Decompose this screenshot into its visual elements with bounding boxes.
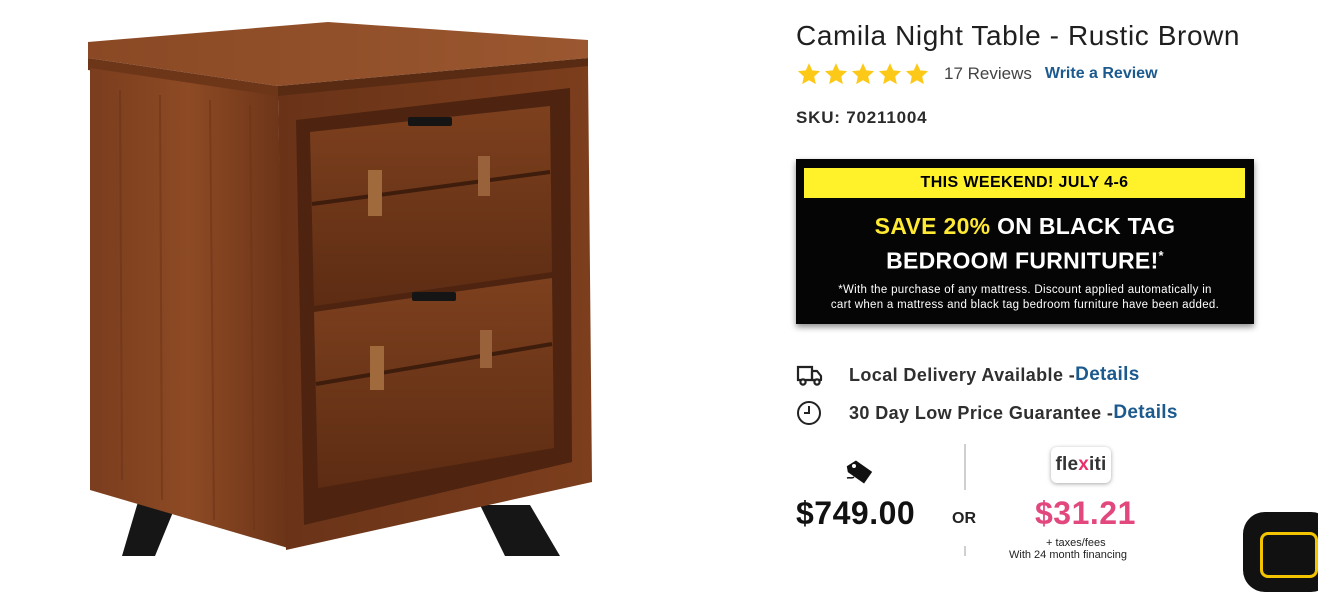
promo-asterisk: * (1158, 248, 1164, 263)
sku-label: SKU: 70211004 (796, 108, 928, 127)
promo-date-band: THIS WEEKEND! JULY 4-6 (804, 168, 1245, 198)
star-icon (824, 63, 848, 85)
delivery-row: Local Delivery Available - Details (796, 361, 1140, 389)
star-rating[interactable] (796, 61, 930, 87)
or-label: OR (952, 510, 976, 527)
reviews-count-link[interactable]: 17 Reviews (944, 64, 1032, 84)
truck-icon (796, 365, 823, 386)
clock-icon (797, 401, 821, 425)
promo-headline: SAVE 20% ON BLACK TAG BEDROOM FURNITURE!… (796, 212, 1254, 276)
price-divider (964, 444, 966, 490)
delivery-text: Local Delivery Available - (849, 364, 1076, 385)
price-divider (964, 546, 966, 556)
flexiti-logo-x: x (1078, 454, 1090, 475)
product-title: Camila Night Table - Rustic Brown (796, 20, 1241, 51)
promo-banner[interactable]: THIS WEEKEND! JULY 4-6 SAVE 20% ON BLACK… (796, 159, 1254, 324)
guarantee-text: 30 Day Low Price Guarantee - (849, 402, 1114, 423)
chat-icon (1260, 532, 1318, 578)
promo-fine-line: cart when a mattress and black tag bedro… (830, 299, 1220, 311)
monthly-price: $31.21 (1035, 495, 1136, 531)
promo-headline-line2: BEDROOM FURNITURE! (886, 247, 1159, 274)
product-image (88, 22, 592, 556)
guarantee-row: 30 Day Low Price Guarantee - Details (796, 399, 1178, 427)
star-icon (851, 63, 875, 85)
chat-button[interactable] (1243, 512, 1318, 592)
promo-headline-rest: ON BLACK TAG (990, 213, 1176, 239)
fees-label: + taxes/fees (1046, 537, 1106, 549)
price-tag-icon (846, 460, 873, 484)
star-icon (797, 63, 821, 85)
guarantee-details-link[interactable]: Details (1113, 402, 1177, 424)
star-icon (905, 63, 929, 85)
flexiti-logo-text: iti (1089, 454, 1107, 475)
promo-discount: SAVE 20% (874, 213, 991, 239)
flexiti-logo: fle x iti (1051, 447, 1111, 483)
write-review-link[interactable]: Write a Review (1045, 65, 1158, 83)
star-icon (878, 63, 902, 85)
promo-fine-line: *With the purchase of any mattress. Disc… (838, 284, 1212, 296)
promo-fine-print: *With the purchase of any mattress. Disc… (796, 283, 1254, 313)
product-price: $749.00 (796, 495, 916, 531)
rating-row: 17 Reviews Write a Review (796, 61, 1158, 87)
financing-label: With 24 month financing (1009, 549, 1128, 561)
delivery-details-link[interactable]: Details (1075, 364, 1139, 386)
flexiti-logo-text: fle (1055, 454, 1079, 475)
